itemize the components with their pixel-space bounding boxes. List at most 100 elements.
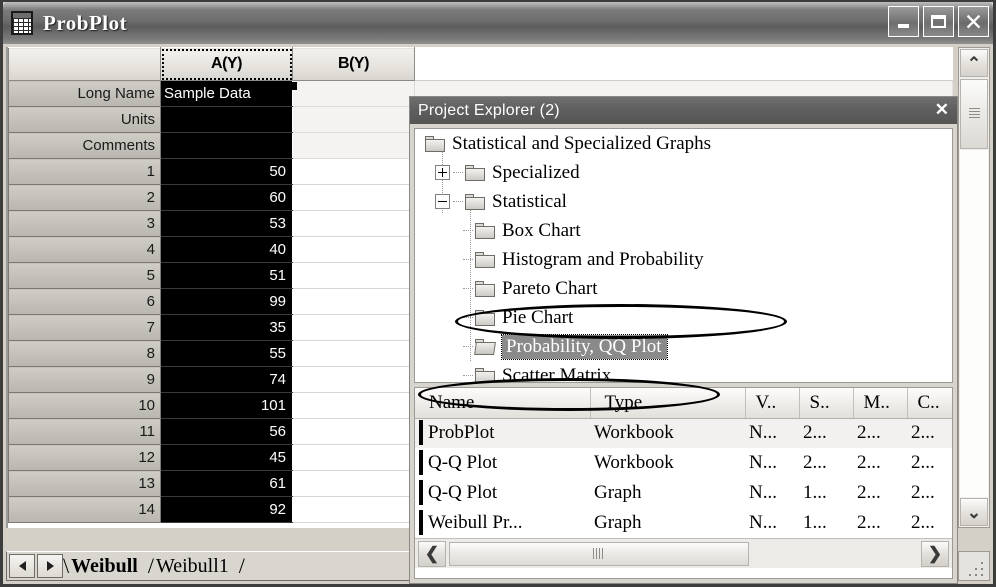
project-object-list[interactable]: Name Type V.. S.. M.. C.. ProbPlot Workb… <box>414 387 953 579</box>
list-item[interactable]: Q-Q Plot Workbook N... 2... 2... 2... <box>415 448 952 478</box>
cell-b[interactable] <box>292 496 415 523</box>
project-explorer-titlebar[interactable]: Project Explorer (2) ✕ <box>410 97 957 124</box>
column-header-a[interactable]: A(Y) <box>160 47 293 81</box>
sheet-tab-weibull1[interactable]: Weibull1 <box>152 552 241 580</box>
row-header[interactable]: 1 <box>8 158 161 185</box>
minimize-button[interactable] <box>888 6 919 37</box>
sheet-tab-weibull[interactable]: Weibull <box>67 552 150 580</box>
tab-next-button[interactable] <box>37 554 63 578</box>
cell-b[interactable] <box>292 210 415 237</box>
cell-a[interactable]: 56 <box>160 418 293 445</box>
cell-a[interactable]: 40 <box>160 236 293 263</box>
cell-a[interactable]: 61 <box>160 470 293 497</box>
cell-a[interactable]: 35 <box>160 314 293 341</box>
expand-plus-icon[interactable] <box>435 165 450 180</box>
list-scroll-left-button[interactable]: ❮ <box>418 540 446 567</box>
cell-b[interactable] <box>292 158 415 185</box>
list-scroll-track[interactable] <box>751 541 920 567</box>
row-header[interactable]: 6 <box>8 288 161 315</box>
cell-b[interactable] <box>292 262 415 289</box>
list-item[interactable]: Q-Q Plot Graph N... 1... 2... 2... <box>415 478 952 508</box>
row-header[interactable]: 13 <box>8 470 161 497</box>
list-item-name-cell[interactable]: ProbPlot <box>415 418 590 448</box>
row-header[interactable]: 14 <box>8 496 161 523</box>
tree-item-box-chart[interactable]: Box Chart <box>415 216 952 245</box>
cell-b[interactable] <box>292 392 415 419</box>
cell-b-units[interactable] <box>292 106 415 133</box>
cell-b-long-name[interactable] <box>292 80 415 107</box>
row-header[interactable]: 3 <box>8 210 161 237</box>
list-item-name-cell[interactable]: Q-Q Plot <box>415 478 590 508</box>
cell-b[interactable] <box>292 288 415 315</box>
column-header-v[interactable]: V.. <box>745 388 800 419</box>
row-header[interactable]: 5 <box>8 262 161 289</box>
cell-b[interactable] <box>292 418 415 445</box>
corner-header[interactable] <box>8 47 161 81</box>
cell-b[interactable] <box>292 236 415 263</box>
cell-a[interactable]: 45 <box>160 444 293 471</box>
cell-a[interactable]: 50 <box>160 158 293 185</box>
list-item-name-cell[interactable]: Q-Q Plot <box>415 448 590 478</box>
selection-handle[interactable] <box>290 82 297 90</box>
column-header-s[interactable]: S.. <box>799 388 854 419</box>
scroll-down-button[interactable]: ⌄ <box>960 498 988 526</box>
cell-a[interactable]: 51 <box>160 262 293 289</box>
cell-b[interactable] <box>292 366 415 393</box>
list-item-name-cell[interactable]: Weibull Pr... <box>415 508 590 538</box>
row-header[interactable]: 8 <box>8 340 161 367</box>
cell-a-long-name[interactable]: Sample Data <box>160 80 293 107</box>
close-icon[interactable]: ✕ <box>935 100 949 120</box>
list-scroll-right-button[interactable]: ❯ <box>921 540 949 567</box>
cell-a[interactable]: 55 <box>160 340 293 367</box>
maximize-button[interactable] <box>923 6 954 37</box>
column-header-c[interactable]: C.. <box>907 388 952 419</box>
row-header[interactable]: 2 <box>8 184 161 211</box>
cell-b[interactable] <box>292 184 415 211</box>
row-header[interactable]: 12 <box>8 444 161 471</box>
row-header[interactable]: 11 <box>8 418 161 445</box>
vertical-scroll-track[interactable] <box>960 150 988 497</box>
cell-a-comments[interactable] <box>160 132 293 159</box>
row-header[interactable]: 9 <box>8 366 161 393</box>
cell-b[interactable] <box>292 444 415 471</box>
row-header[interactable]: 7 <box>8 314 161 341</box>
tree-item-pie-chart[interactable]: Pie Chart <box>415 303 952 332</box>
cell-a[interactable]: 92 <box>160 496 293 523</box>
title-bar[interactable]: ProbPlot ✕ <box>3 2 993 44</box>
list-horizontal-scrollbar[interactable]: ❮ ❯ <box>415 538 952 568</box>
tree-item-pareto-chart[interactable]: Pareto Chart <box>415 274 952 303</box>
tree-item-statistical[interactable]: Statistical <box>415 187 952 216</box>
cell-b[interactable] <box>292 340 415 367</box>
list-item[interactable]: ProbPlot Workbook N... 2... 2... 2... <box>415 418 952 448</box>
collapse-minus-icon[interactable] <box>435 194 450 209</box>
row-header-long-name[interactable]: Long Name <box>8 80 161 107</box>
cell-b[interactable] <box>292 470 415 497</box>
project-tree[interactable]: Statistical and Specialized Graphs Speci… <box>414 128 953 383</box>
vertical-scrollbar[interactable]: ⌃ ⌄ <box>958 47 990 528</box>
tree-item-specialized[interactable]: Specialized <box>415 158 952 187</box>
cell-a[interactable]: 74 <box>160 366 293 393</box>
vertical-scroll-thumb[interactable] <box>960 79 988 149</box>
cell-a-units[interactable] <box>160 106 293 133</box>
scroll-up-button[interactable]: ⌃ <box>960 49 988 77</box>
tree-item-probability-qq-plot[interactable]: Probability, QQ Plot <box>415 332 952 361</box>
cell-b[interactable] <box>292 314 415 341</box>
row-header-comments[interactable]: Comments <box>8 132 161 159</box>
cell-a[interactable]: 99 <box>160 288 293 315</box>
list-scroll-thumb[interactable] <box>449 541 749 566</box>
row-header-units[interactable]: Units <box>8 106 161 133</box>
tree-item-statistical-and-specialized-graphs[interactable]: Statistical and Specialized Graphs <box>415 129 952 158</box>
column-header-b[interactable]: B(Y) <box>292 47 415 81</box>
cell-a[interactable]: 60 <box>160 184 293 211</box>
column-header-m[interactable]: M.. <box>853 388 908 419</box>
tab-prev-button[interactable] <box>9 554 35 578</box>
resize-grip[interactable] <box>958 551 990 581</box>
column-header-type[interactable]: Type <box>590 388 746 419</box>
row-header[interactable]: 4 <box>8 236 161 263</box>
column-header-name[interactable]: Name <box>415 388 591 419</box>
close-button[interactable]: ✕ <box>958 6 989 37</box>
tree-item-scatter-matrix[interactable]: Scatter Matrix <box>415 361 952 382</box>
row-header[interactable]: 10 <box>8 392 161 419</box>
list-item[interactable]: Weibull Pr... Graph N... 1... 2... 2... <box>415 508 952 538</box>
cell-a[interactable]: 53 <box>160 210 293 237</box>
